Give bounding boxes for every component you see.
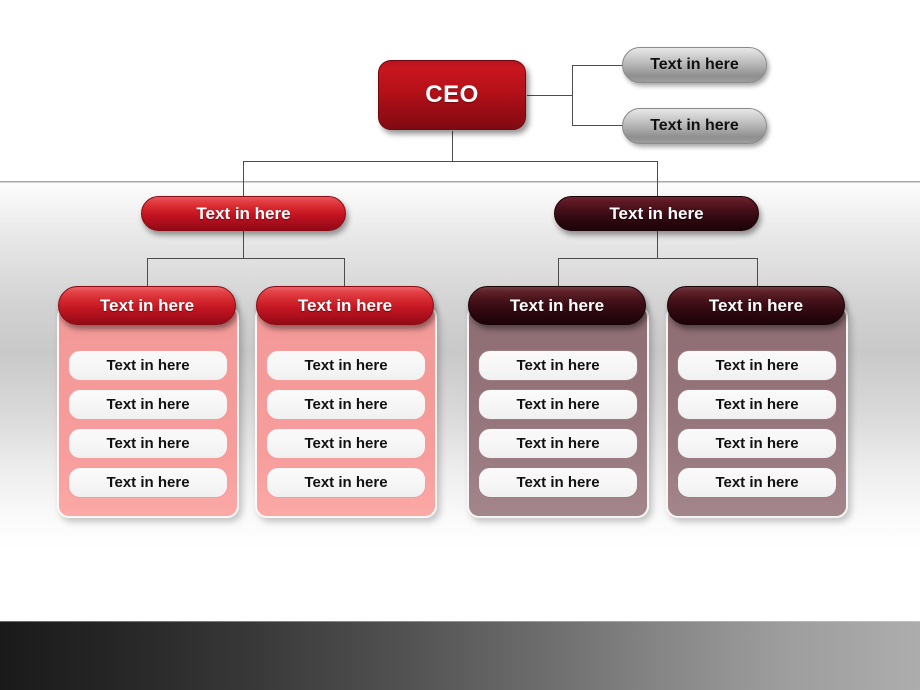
list-item-label: Text in here [715,396,799,413]
panel-department-3: Text in here Text in here Text in here T… [467,305,649,518]
connector-staff-1 [572,65,623,66]
list-item-label: Text in here [715,474,799,491]
list-item-label: Text in here [715,357,799,374]
list-item-label: Text in here [516,474,600,491]
list-item-label: Text in here [106,396,190,413]
connector-branch-2-down [657,161,658,196]
connector-branch-2-bus [558,258,757,259]
connector-branch-2-to-bus [657,231,658,259]
panel-department-1: Text in here Text in here Text in here T… [57,305,239,518]
panel-department-2-header-label: Text in here [297,295,393,315]
list-item[interactable]: Text in here [677,428,837,459]
list-item-label: Text in here [304,396,388,413]
list-item[interactable]: Text in here [478,467,638,498]
connector-dept-4-down [757,258,758,288]
connector-staff-vertical-bus [572,65,573,126]
connector-main-bus [243,161,658,162]
panel-department-1-items: Text in here Text in here Text in here T… [68,350,228,498]
list-item[interactable]: Text in here [266,428,426,459]
panel-department-2-items: Text in here Text in here Text in here T… [266,350,426,498]
connector-ceo-down [452,131,453,162]
connector-staff-2 [572,125,623,126]
panel-department-3-header[interactable]: Text in here [468,286,646,325]
connector-dept-1-down [147,258,148,288]
list-item[interactable]: Text in here [266,350,426,381]
panel-department-4-items: Text in here Text in here Text in here T… [677,350,837,498]
connector-dept-3-down [558,258,559,288]
panel-department-4-header[interactable]: Text in here [667,286,845,325]
list-item[interactable]: Text in here [677,467,837,498]
list-item[interactable]: Text in here [68,428,228,459]
list-item[interactable]: Text in here [478,389,638,420]
list-item[interactable]: Text in here [266,467,426,498]
list-item-label: Text in here [715,435,799,452]
panel-department-2: Text in here Text in here Text in here T… [255,305,437,518]
node-staff-2-label: Text in here [650,117,739,134]
node-ceo[interactable]: CEO [378,60,526,130]
list-item-label: Text in here [516,357,600,374]
list-item-label: Text in here [106,357,190,374]
slide-canvas: CEO Text in here Text in here Text in he… [0,0,920,690]
node-branch-1[interactable]: Text in here [141,196,346,231]
list-item[interactable]: Text in here [478,350,638,381]
connector-branch-1-bus [147,258,344,259]
background-band-bottom [0,622,920,690]
list-item-label: Text in here [516,435,600,452]
panel-department-1-header-label: Text in here [99,295,195,315]
node-ceo-label: CEO [425,81,479,108]
node-staff-2[interactable]: Text in here [622,108,767,144]
list-item-label: Text in here [106,435,190,452]
panel-department-1-header[interactable]: Text in here [58,286,236,325]
panel-department-3-header-label: Text in here [509,295,605,315]
connector-branch-1-to-bus [243,231,244,259]
list-item[interactable]: Text in here [266,389,426,420]
list-item-label: Text in here [516,396,600,413]
node-staff-1[interactable]: Text in here [622,47,767,83]
list-item[interactable]: Text in here [677,350,837,381]
list-item-label: Text in here [304,357,388,374]
panel-department-4: Text in here Text in here Text in here T… [666,305,848,518]
connector-branch-1-down [243,161,244,196]
panel-department-4-header-label: Text in here [708,295,804,315]
list-item[interactable]: Text in here [478,428,638,459]
list-item-label: Text in here [106,474,190,491]
list-item[interactable]: Text in here [68,350,228,381]
node-staff-1-label: Text in here [650,56,739,73]
list-item[interactable]: Text in here [677,389,837,420]
list-item-label: Text in here [304,474,388,491]
node-branch-2[interactable]: Text in here [554,196,759,231]
panel-department-3-items: Text in here Text in here Text in here T… [478,350,638,498]
list-item[interactable]: Text in here [68,389,228,420]
panel-department-2-header[interactable]: Text in here [256,286,434,325]
node-branch-2-label: Text in here [609,203,704,223]
connector-ceo-to-staff-bus [527,95,572,96]
node-branch-1-label: Text in here [196,203,291,223]
connector-dept-2-down [344,258,345,288]
list-item[interactable]: Text in here [68,467,228,498]
list-item-label: Text in here [304,435,388,452]
